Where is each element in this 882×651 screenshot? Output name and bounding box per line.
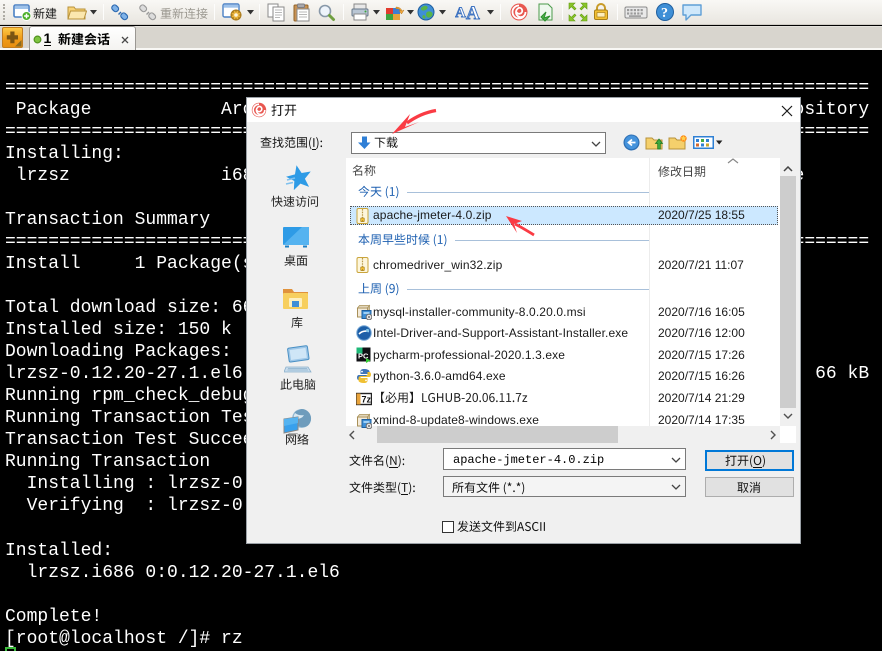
- svg-text:?: ?: [661, 6, 668, 21]
- svg-text:A: A: [466, 3, 480, 21]
- svg-text:A: A: [455, 5, 466, 21]
- svg-text:7z: 7z: [362, 394, 372, 404]
